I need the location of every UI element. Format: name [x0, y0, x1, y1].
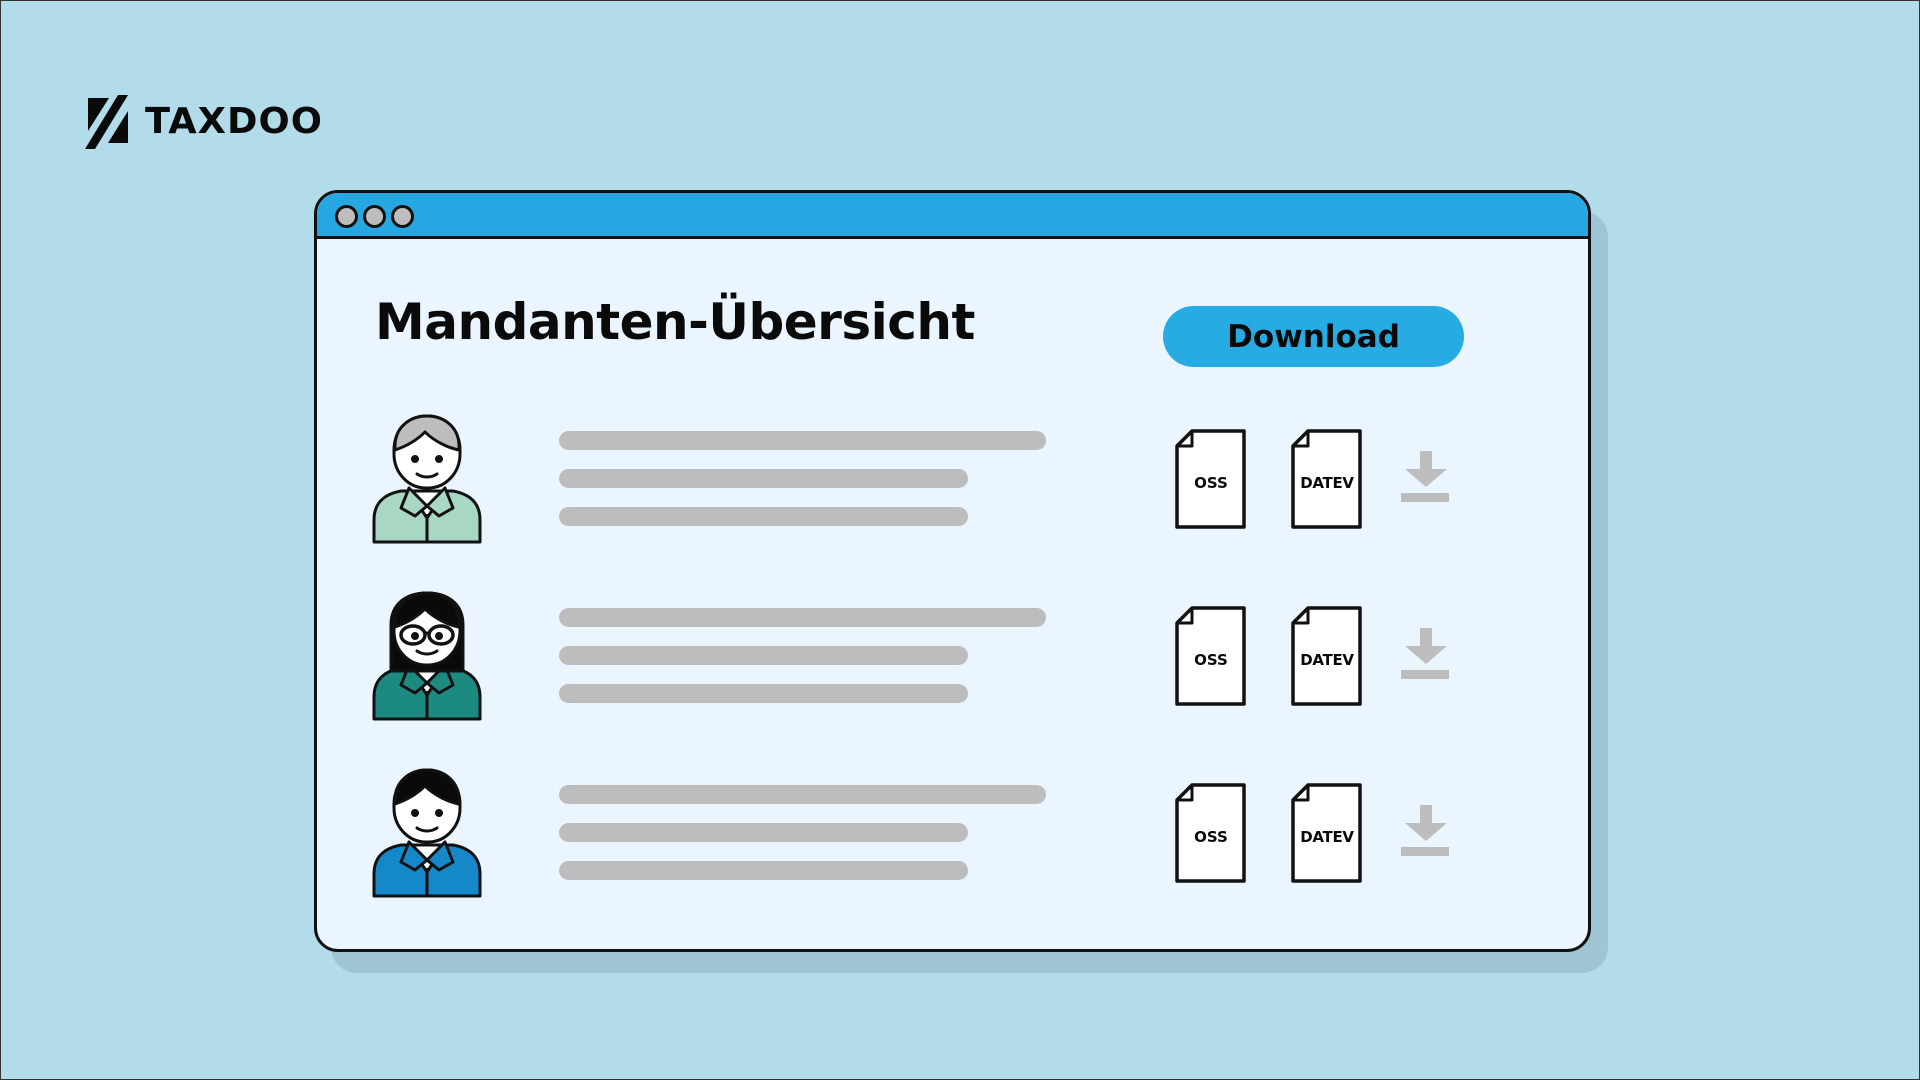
- taxdoo-logo: TAXDOO: [85, 95, 322, 149]
- client-row: OSS DATEV: [317, 591, 1588, 721]
- file-label: OSS: [1194, 474, 1228, 492]
- datev-file[interactable]: DATEV: [1291, 783, 1363, 883]
- placeholder-line: [559, 507, 968, 526]
- file-label: OSS: [1194, 651, 1228, 669]
- download-all-button[interactable]: Download: [1163, 306, 1464, 367]
- placeholder-line: [559, 469, 968, 488]
- window-titlebar: [317, 193, 1588, 239]
- client-row: OSS DATEV: [317, 768, 1588, 898]
- brand-name: TAXDOO: [145, 101, 323, 142]
- placeholder-line: [559, 646, 968, 665]
- placeholder-line: [559, 684, 968, 703]
- datev-file[interactable]: DATEV: [1291, 429, 1363, 529]
- file-label: DATEV: [1300, 651, 1354, 669]
- person-black-hair-icon: [372, 768, 482, 898]
- oss-file[interactable]: OSS: [1175, 429, 1247, 529]
- window-minimize-dot[interactable]: [363, 205, 386, 228]
- window-maximize-dot[interactable]: [391, 205, 414, 228]
- window-close-dot[interactable]: [335, 205, 358, 228]
- placeholder-line: [559, 861, 968, 880]
- page-title: Mandanten-Übersicht: [375, 293, 975, 351]
- download-icon[interactable]: [1401, 451, 1451, 503]
- oss-file[interactable]: OSS: [1175, 606, 1247, 706]
- browser-window: Mandanten-Übersicht Download OSS DATEV O…: [314, 190, 1591, 952]
- placeholder-line: [559, 431, 1046, 450]
- placeholder-line: [559, 823, 968, 842]
- download-icon[interactable]: [1401, 628, 1451, 680]
- client-row: OSS DATEV: [317, 414, 1588, 544]
- file-label: OSS: [1194, 828, 1228, 846]
- file-label: DATEV: [1300, 474, 1354, 492]
- person-long-hair-glasses-icon: [372, 591, 482, 721]
- placeholder-line: [559, 608, 1046, 627]
- taxdoo-logo-icon: [85, 95, 128, 149]
- person-gray-hair-icon: [372, 414, 482, 544]
- file-label: DATEV: [1300, 828, 1354, 846]
- download-icon[interactable]: [1401, 805, 1451, 857]
- placeholder-line: [559, 785, 1046, 804]
- datev-file[interactable]: DATEV: [1291, 606, 1363, 706]
- oss-file[interactable]: OSS: [1175, 783, 1247, 883]
